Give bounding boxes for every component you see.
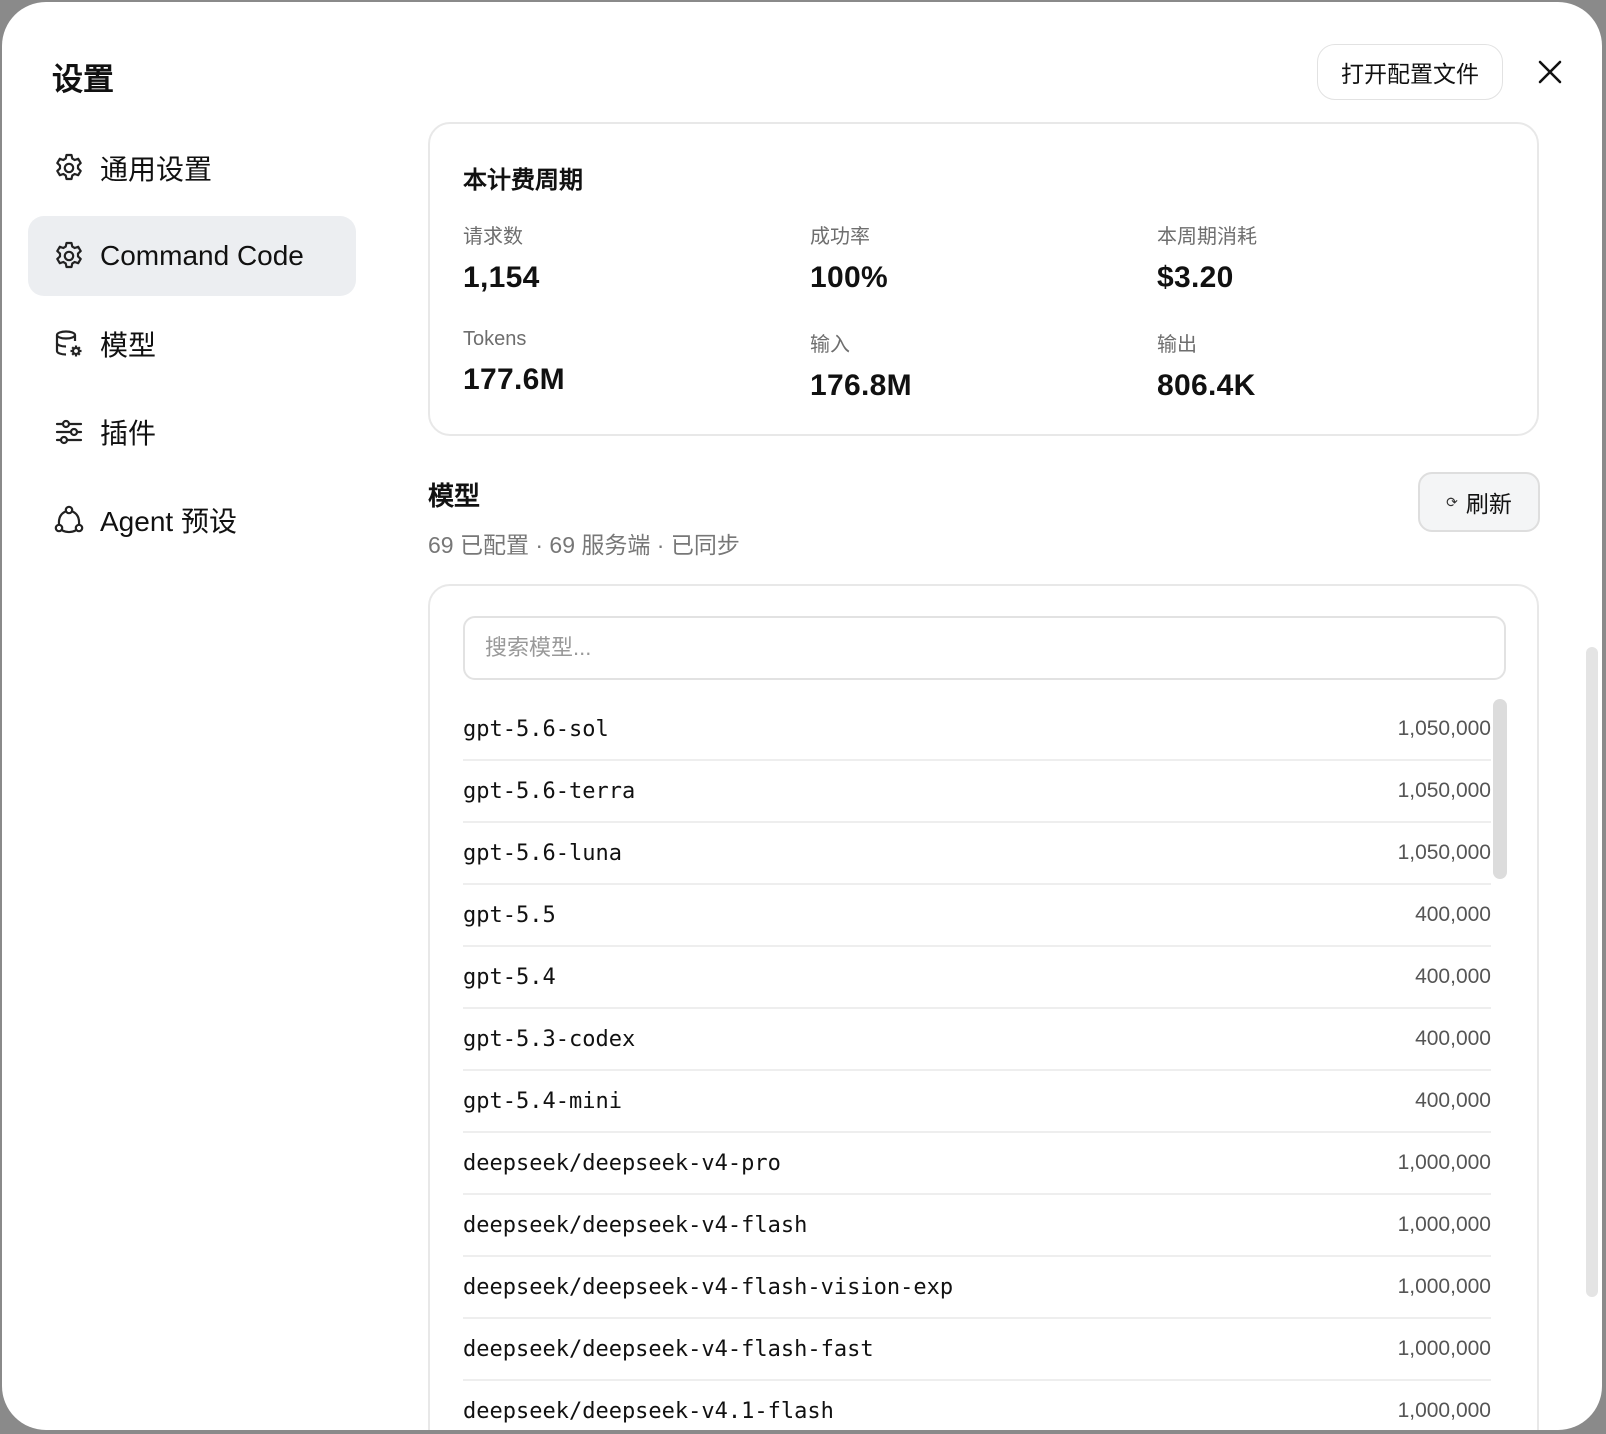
sidebar-item-models[interactable]: 模型 [28, 304, 356, 384]
model-context-length: 1,000,000 [1397, 1399, 1491, 1422]
refresh-icon: ⟳ [1446, 493, 1458, 510]
stat-value: 177.6M [463, 363, 565, 396]
stat-value: 100% [810, 261, 888, 294]
refresh-label: 刷新 [1465, 491, 1512, 517]
sidebar-item-label: Command Code [100, 240, 304, 271]
sidebar-item-command-code[interactable]: Command Code [28, 216, 356, 296]
stat-value: 176.8M [810, 369, 912, 402]
main-content: 本计费周期 请求数 1,154 成功率 100% 本周期消耗 $3.20 Tok… [428, 2, 1540, 1430]
model-name: gpt-5.3-codex [463, 1026, 636, 1052]
model-name: gpt-5.4-mini [463, 1088, 622, 1114]
stat-requests: 请求数 1,154 [463, 220, 540, 295]
sidebar-item-general[interactable]: 通用设置 [28, 128, 356, 208]
gear-icon [52, 151, 86, 185]
models-list-card: gpt-5.6-sol 1,050,000 gpt-5.6-terra 1,050,0… [428, 584, 1539, 1430]
sidebar-item-plugins[interactable]: 插件 [28, 392, 356, 472]
model-context-length: 400,000 [1415, 1027, 1491, 1050]
stat-value: 806.4K [1157, 369, 1256, 402]
model-context-length: 1,000,000 [1397, 1337, 1491, 1360]
model-search-input[interactable] [463, 616, 1506, 680]
model-name: gpt-5.5 [463, 902, 556, 928]
model-name: deepseek/deepseek-v4.1-flash [463, 1398, 834, 1424]
stat-label: Tokens [463, 328, 527, 350]
dialog-title: 设置 [52, 62, 114, 97]
model-name: gpt-5.6-luna [463, 840, 622, 866]
model-list: gpt-5.6-sol 1,050,000 gpt-5.6-terra 1,050,0… [463, 699, 1491, 1430]
model-context-length: 1,050,000 [1397, 779, 1491, 802]
page-scrollbar[interactable] [1586, 647, 1598, 1297]
stat-label: 本周期消耗 [1157, 226, 1257, 248]
model-context-length: 1,000,000 [1397, 1151, 1491, 1174]
stat-tokens: Tokens 177.6M [463, 328, 565, 397]
stat-output: 输出 806.4K [1157, 328, 1256, 403]
model-context-length: 1,000,000 [1397, 1213, 1491, 1236]
sidebar-item-label: Agent 预设 [100, 506, 237, 537]
stat-label: 成功率 [810, 226, 870, 248]
billing-title: 本计费周期 [463, 167, 583, 194]
models-sync-status: 69 已配置 · 69 服务端 · 已同步 [428, 532, 740, 558]
model-context-length: 1,000,000 [1397, 1275, 1491, 1298]
stat-label: 请求数 [463, 226, 523, 248]
model-row[interactable]: gpt-5.3-codex 400,000 [463, 1009, 1491, 1071]
model-row[interactable]: gpt-5.4 400,000 [463, 947, 1491, 1009]
model-list-scrollbar[interactable] [1493, 699, 1507, 879]
settings-sidebar: 通用设置 Command Code 模型 插件 Agent 预设 [28, 128, 356, 568]
model-name: gpt-5.4 [463, 964, 556, 990]
model-name: gpt-5.6-sol [463, 716, 609, 742]
model-context-length: 400,000 [1415, 965, 1491, 988]
model-name: deepseek/deepseek-v4-flash [463, 1212, 808, 1238]
refresh-button[interactable]: ⟳ 刷新 [1418, 472, 1540, 532]
model-name: gpt-5.6-terra [463, 778, 636, 804]
model-name: deepseek/deepseek-v4-flash-vision-exp [463, 1274, 954, 1300]
billing-period-card: 本计费周期 请求数 1,154 成功率 100% 本周期消耗 $3.20 Tok… [428, 122, 1539, 436]
database-gear-icon [52, 327, 86, 361]
models-heading: 模型 [428, 481, 481, 511]
model-row[interactable]: deepseek/deepseek-v4.1-flash 1,000,000 [463, 1381, 1491, 1430]
model-context-length: 1,050,000 [1397, 841, 1491, 864]
close-icon [1538, 60, 1562, 84]
model-row[interactable]: gpt-5.6-luna 1,050,000 [463, 823, 1491, 885]
sidebar-item-label: 插件 [100, 418, 157, 449]
model-row[interactable]: gpt-5.4-mini 400,000 [463, 1071, 1491, 1133]
stat-label: 输入 [810, 334, 850, 356]
model-row[interactable]: deepseek/deepseek-v4-flash-vision-exp 1,0… [463, 1257, 1491, 1319]
agent-network-icon [52, 503, 86, 537]
gear-icon [52, 239, 86, 273]
settings-dialog: 设置 打开配置文件 通用设置 Command Code 模型 插件 Agent … [2, 2, 1602, 1430]
model-name: deepseek/deepseek-v4-flash-fast [463, 1336, 874, 1362]
model-row[interactable]: gpt-5.5 400,000 [463, 885, 1491, 947]
model-context-length: 400,000 [1415, 1089, 1491, 1112]
stat-success-rate: 成功率 100% [810, 220, 888, 295]
stat-period-cost: 本周期消耗 $3.20 [1157, 220, 1257, 295]
model-row[interactable]: deepseek/deepseek-v4-flash-fast 1,000,000 [463, 1319, 1491, 1381]
model-name: deepseek/deepseek-v4-pro [463, 1150, 781, 1176]
sidebar-item-label: 模型 [100, 330, 157, 361]
sidebar-item-agent-presets[interactable]: Agent 预设 [28, 480, 356, 560]
sliders-icon [52, 415, 86, 449]
sidebar-item-label: 通用设置 [100, 154, 213, 185]
model-context-length: 400,000 [1415, 903, 1491, 926]
stat-input: 输入 176.8M [810, 328, 912, 403]
model-context-length: 1,050,000 [1397, 717, 1491, 740]
model-row[interactable]: gpt-5.6-sol 1,050,000 [463, 699, 1491, 761]
stat-value: $3.20 [1157, 261, 1234, 294]
stat-value: 1,154 [463, 261, 540, 294]
stat-label: 输出 [1157, 334, 1197, 356]
model-row[interactable]: deepseek/deepseek-v4-flash 1,000,000 [463, 1195, 1491, 1257]
model-row[interactable]: gpt-5.6-terra 1,050,000 [463, 761, 1491, 823]
model-row[interactable]: deepseek/deepseek-v4-pro 1,000,000 [463, 1133, 1491, 1195]
